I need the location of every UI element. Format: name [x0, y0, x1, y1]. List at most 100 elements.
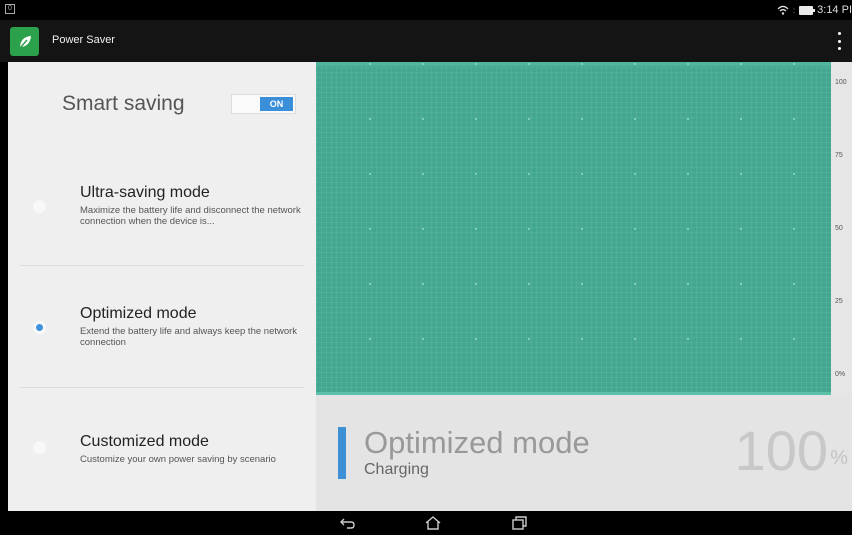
y-tick-label: 75 [835, 152, 843, 159]
divider [20, 265, 304, 266]
chart-grid-dot [740, 63, 742, 65]
chart-grid-dot [422, 118, 424, 120]
overflow-menu-icon[interactable] [834, 30, 844, 52]
chart-grid-dot [740, 118, 742, 120]
recents-icon[interactable] [510, 515, 528, 531]
chart-grid-dot [422, 173, 424, 175]
back-icon[interactable] [339, 515, 357, 531]
chart-grid-dot [634, 338, 636, 340]
navigation-bar [0, 511, 852, 535]
divider [20, 387, 304, 388]
app-bar: Power Saver [0, 20, 852, 62]
chart-grid-dot [475, 118, 477, 120]
y-tick-label: 25 [835, 298, 843, 305]
chart-grid-dot [634, 118, 636, 120]
chart-grid-dot [793, 338, 795, 340]
app-title: Power Saver [52, 34, 115, 46]
chart-dots [369, 63, 795, 395]
chart-grid-dot [793, 63, 795, 65]
chart-grid-dot [475, 228, 477, 230]
chart-grid-dot [475, 173, 477, 175]
chart-grid-dot [369, 283, 371, 285]
chart-grid-dot [687, 283, 689, 285]
chart-grid-dot [528, 283, 530, 285]
chart-grid-dot [581, 63, 583, 65]
mode-item-ultra-saving[interactable]: Ultra-saving mode Maximize the battery l… [18, 180, 306, 266]
chart-grid-dot [528, 63, 530, 65]
mode-title: Ultra-saving mode [80, 184, 210, 201]
chart-grid-dot [369, 173, 371, 175]
chart-grid-dot [687, 63, 689, 65]
chart-grid-dot [528, 118, 530, 120]
mode-radio-ultra-saving[interactable] [33, 200, 46, 213]
mode-title: Customized mode [80, 433, 209, 450]
y-tick-label: 0% [835, 371, 846, 378]
leaf-icon[interactable] [10, 27, 39, 56]
chart-grid-dot [528, 338, 530, 340]
chart-grid-dot [740, 283, 742, 285]
status-time: 3:14 PI [817, 4, 852, 16]
battery-summary: Optimized mode Charging 100 % [316, 395, 852, 511]
chart-grid-dot [687, 118, 689, 120]
mode-panel: Smart saving ON Ultra-saving mode Maximi… [8, 62, 316, 511]
y-tick-label: 100 [835, 79, 847, 86]
chart-grid-dot [634, 228, 636, 230]
toggle-on-label: ON [260, 97, 293, 111]
chart-grid-dot [793, 173, 795, 175]
chart-grid-dot [634, 173, 636, 175]
chart-grid-dot [634, 63, 636, 65]
current-mode-label: Optimized mode [364, 425, 590, 460]
chart-grid-dot [581, 283, 583, 285]
mode-radio-customized[interactable] [33, 441, 46, 454]
chart-grid-dot [369, 63, 371, 65]
chart-grid-dot [369, 338, 371, 340]
chart-grid-dot [369, 118, 371, 120]
notification-icon: 0 [5, 4, 15, 14]
home-icon[interactable] [424, 515, 442, 531]
chart-grid-dot [793, 228, 795, 230]
chart-grid-dot [740, 173, 742, 175]
battery-percent-unit: % [830, 447, 848, 469]
chart-grid-dot [369, 228, 371, 230]
wifi-icon [777, 5, 789, 15]
chart-grid-dot [422, 63, 424, 65]
mode-description: Maximize the battery life and disconnect… [80, 205, 301, 227]
chart-grid-dot [475, 63, 477, 65]
mode-description: Customize your own power saving by scena… [80, 454, 276, 465]
chart-grid-dot [528, 228, 530, 230]
smart-saving-toggle[interactable]: ON [231, 94, 296, 114]
chart-y-axis: 100 75 50 25 0% [831, 62, 852, 395]
status-bar: 0 : 3:14 PI [0, 0, 852, 20]
chart-grid-dot [475, 283, 477, 285]
chart-grid-dot [422, 228, 424, 230]
chart-grid-dot [581, 228, 583, 230]
smart-saving-label: Smart saving [62, 92, 185, 115]
chart-grid-dot [475, 338, 477, 340]
chart-grid-dot [528, 173, 530, 175]
status-right: : 3:14 PI [777, 0, 852, 20]
chart-grid-dot [793, 118, 795, 120]
battery-icon [799, 5, 816, 15]
chart-grid-dot [581, 173, 583, 175]
mode-description: Extend the battery life and always keep … [80, 326, 298, 348]
mode-title: Optimized mode [80, 305, 197, 322]
chart-grid-dot [793, 283, 795, 285]
chart-grid-dot [581, 338, 583, 340]
chart-grid-dot [687, 338, 689, 340]
chart-grid-dot [740, 338, 742, 340]
chart-grid-dot [634, 283, 636, 285]
mode-item-customized[interactable]: Customized mode Customize your own power… [18, 429, 306, 499]
charging-status: Charging [364, 461, 429, 478]
chart-grid-dot [687, 173, 689, 175]
signal-separator: : [792, 5, 796, 15]
battery-percent: 100 [734, 419, 828, 482]
mode-radio-optimized[interactable] [33, 321, 46, 334]
chart-grid-dot [687, 228, 689, 230]
chart-grid-dot [581, 118, 583, 120]
chart-grid-dot [422, 283, 424, 285]
mode-item-optimized[interactable]: Optimized mode Extend the battery life a… [18, 302, 306, 388]
y-tick-label: 50 [835, 225, 843, 232]
mode-indicator-bar [338, 427, 346, 479]
chart-grid-dot [422, 338, 424, 340]
chart-grid-dot [740, 228, 742, 230]
